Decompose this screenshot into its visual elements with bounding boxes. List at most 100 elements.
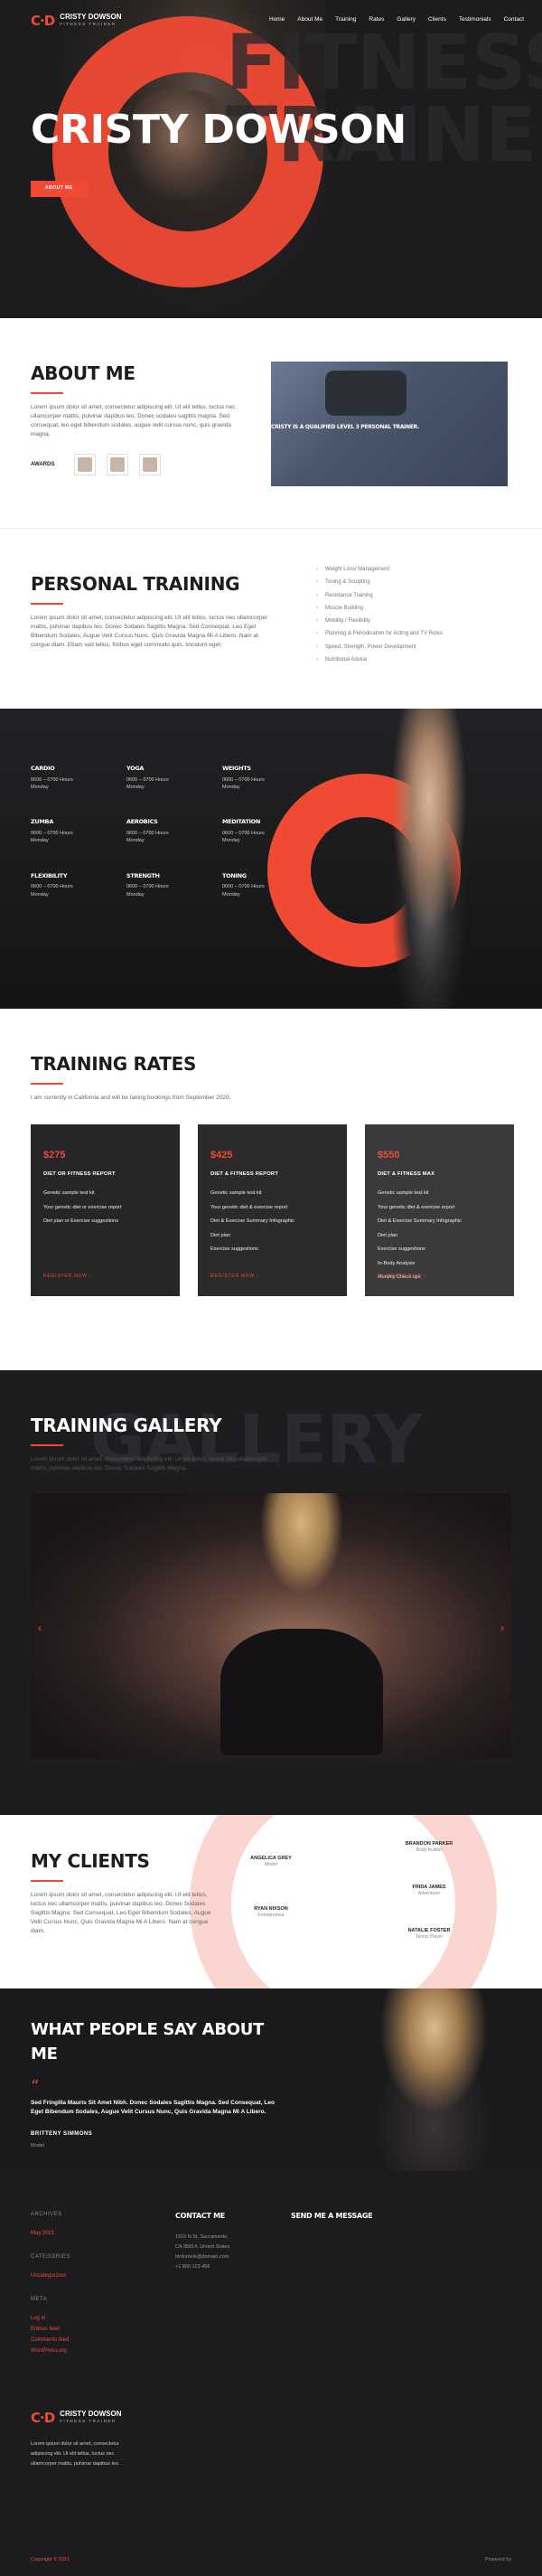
clients-text: Lorem ipsum dolor sit amet, consectetur …	[31, 1892, 211, 1935]
testimonial-photo	[343, 1988, 524, 2171]
client-item: RYAN NIXSON Entrepreneur	[254, 1906, 288, 1919]
site-logo[interactable]: C·D CRISTY DOWSON FITNESS TRAINER	[31, 11, 121, 32]
schedule-section: CARDIO 0600 – 0700 Hours Monday YOGA 0600 –…	[0, 709, 542, 1009]
list-item: Exercise suggestions	[378, 1246, 425, 1253]
clients-title: MY CLIENTS	[31, 1850, 150, 1872]
meta-heading: META	[31, 2297, 48, 2302]
title-divider	[31, 603, 63, 605]
list-item: Speed, Strength, Power Development	[316, 641, 443, 653]
clients-section: MY CLIENTS Lorem ipsum dolor sit amet, c…	[0, 1815, 542, 1988]
contact-address: 1915 N St, Sacramento,	[175, 2234, 229, 2240]
list-item: Mobility / Flexibility	[316, 615, 443, 627]
archive-link[interactable]: May 2021	[31, 2228, 70, 2239]
schedule-item: FLEXIBILITY 0600 – 0700 Hours Monday	[31, 871, 73, 898]
list-item: Diet plan	[378, 1232, 398, 1238]
training-text: Lorem ipsum dolor sit amet, consectetur …	[31, 615, 268, 649]
nav-contact[interactable]: Contact	[504, 15, 524, 24]
gallery-text: Lorem ipsum dolor sit amet, consectetur …	[31, 1456, 268, 1472]
copyright: Copyright © 2021	[31, 2556, 70, 2562]
schedule-item: ZUMBA 0600 – 0700 Hours Monday	[31, 818, 73, 844]
list-item: Exercise suggestions	[210, 1246, 258, 1253]
register-now-link[interactable]: REGISTER NOW ›	[378, 1274, 425, 1281]
quote-icon: “	[31, 2077, 40, 2096]
list-item: Toning & Sculpting	[316, 576, 443, 588]
award-badge	[139, 454, 162, 476]
hero-title: CRISTY DOWSON	[31, 107, 406, 153]
pricing-card: $425 DIET & FITNESS REPORT Genetic sampl…	[198, 1124, 347, 1296]
logo-name: CRISTY DOWSON	[60, 2410, 122, 2419]
client-item: NATALIE FOSTER Tennis Player	[407, 1928, 451, 1941]
register-now-link[interactable]: REGISTER NOW ›	[43, 1274, 91, 1281]
entries-feed-link[interactable]: Entries feed	[31, 2324, 70, 2335]
award-badge	[74, 454, 97, 476]
list-item: In-Body Analysis	[378, 1260, 416, 1266]
message-heading: SEND ME A MESSAGE	[291, 2212, 373, 2220]
logo-mark-icon: C·D	[31, 13, 55, 29]
list-item: Your genetic diet & exercise report	[210, 1204, 288, 1210]
logo-name: CRISTY DOWSON	[60, 13, 122, 22]
nav-testimonials[interactable]: Testimonials	[459, 15, 491, 24]
list-item: Diet & Exercise Summary Infographic	[210, 1218, 294, 1225]
list-item: Genetic sample test kit	[378, 1190, 429, 1197]
schedule-grid: CARDIO 0600 – 0700 Hours Monday YOGA 0600 –…	[31, 765, 318, 898]
nav-about[interactable]: About Me	[297, 15, 322, 24]
nav-home[interactable]: Home	[269, 15, 285, 24]
about-title: ABOUT ME	[31, 362, 136, 384]
about-section: ABOUT ME Lorem ipsum dolor sit amet, con…	[0, 318, 542, 528]
pricing-cards: $275 DIET OR FITNESS REPORT Genetic samp…	[31, 1124, 514, 1296]
hero-section: FITNESS TRAINER C·D CRISTY DOWSON FITNES…	[0, 0, 542, 318]
nav-clients[interactable]: Clients	[428, 15, 446, 24]
category-link[interactable]: Uncategorized	[31, 2270, 70, 2281]
next-arrow-icon[interactable]: ›	[500, 1620, 504, 1636]
register-now-link[interactable]: REGISTER NOW ›	[210, 1274, 258, 1281]
schedule-item: STRENGTH 0600 – 0700 Hours Monday	[126, 871, 169, 898]
footer-about-text: Lorem ipsum dolor sit amet, consectetur …	[31, 2440, 120, 2467]
prev-arrow-icon[interactable]: ‹	[38, 1620, 42, 1636]
title-divider	[31, 1444, 63, 1446]
list-item: Weight Loss/ Management	[316, 563, 443, 576]
contact-phone[interactable]: +1 800 123 456	[175, 2262, 229, 2272]
nav-training[interactable]: Training	[335, 15, 356, 24]
rates-text: I am currently in California and will be…	[31, 1095, 231, 1101]
client-item: BRANDON PARKER Body Builder	[405, 1841, 453, 1854]
main-nav: Home About Me Training Rates Gallery Cli…	[269, 15, 524, 24]
list-item: Your genetic diet & exercise report	[378, 1204, 455, 1210]
price: $275	[43, 1150, 66, 1161]
list-item: Genetic sample test kit	[43, 1190, 95, 1197]
list-item: Diet plan	[210, 1232, 231, 1238]
comments-feed-link[interactable]: Comments feed	[31, 2335, 70, 2346]
training-title: PERSONAL TRAINING	[31, 573, 240, 595]
pricing-card: $275 DIET OR FITNESS REPORT Genetic samp…	[31, 1124, 180, 1296]
gallery-section: GALLERY TRAINING GALLERY Lorem ipsum dol…	[0, 1370, 542, 1815]
awards-label: AWARDS	[31, 461, 55, 467]
testimonial-role: Model	[31, 2142, 44, 2148]
dumbbell-image	[325, 371, 406, 416]
price: $550	[378, 1150, 400, 1161]
list-item: Diet & Exercise Summary Infographic	[378, 1218, 462, 1225]
footer-logo[interactable]: C·D CRISTY DOWSON FITNESS TRAINER	[31, 2408, 130, 2429]
gallery-slider[interactable]: ‹ ›	[31, 1493, 511, 1759]
list-item: Resistance Training	[316, 589, 443, 602]
testimonial-title: WHAT PEOPLE SAY ABOUT ME	[31, 2020, 265, 2064]
schedule-item: WEIGHTS 0600 – 0700 Hours Monday	[222, 765, 265, 790]
testimonial-section: WHAT PEOPLE SAY ABOUT ME “ Sed Fringilla…	[0, 1988, 542, 2171]
plan-name: DIET OR FITNESS REPORT	[43, 1170, 116, 1177]
award-badge	[107, 454, 129, 476]
wordpress-link[interactable]: WordPress.org	[31, 2346, 70, 2356]
schedule-item: AEROBICS 0600 – 0700 Hours Monday	[126, 818, 169, 844]
login-link[interactable]: Log in	[31, 2313, 70, 2324]
list-item: Your genetic diet or exercise report	[43, 1204, 122, 1210]
training-services-list: Weight Loss/ Management Toning & Sculpti…	[316, 563, 443, 666]
title-divider	[31, 1083, 63, 1085]
gallery-title: TRAINING GALLERY	[31, 1415, 222, 1436]
list-item: Nutritional Advice	[316, 653, 443, 666]
schedule-item: YOGA 0600 – 0700 Hours Monday	[126, 765, 169, 790]
contact-email[interactable]: birdonlele@domain.com	[175, 2252, 229, 2262]
nav-gallery[interactable]: Gallery	[397, 15, 416, 24]
testimonial-text: Sed Fringilla Mauris Sit Amet Nibh. Done…	[31, 2100, 275, 2116]
about-me-button[interactable]: ABOUT ME	[31, 181, 88, 197]
powered-by: Powered by	[484, 2556, 511, 2562]
gallery-photo	[220, 1629, 383, 1755]
categories-heading: CATEGORIES	[31, 2254, 70, 2260]
nav-rates[interactable]: Rates	[369, 15, 384, 24]
